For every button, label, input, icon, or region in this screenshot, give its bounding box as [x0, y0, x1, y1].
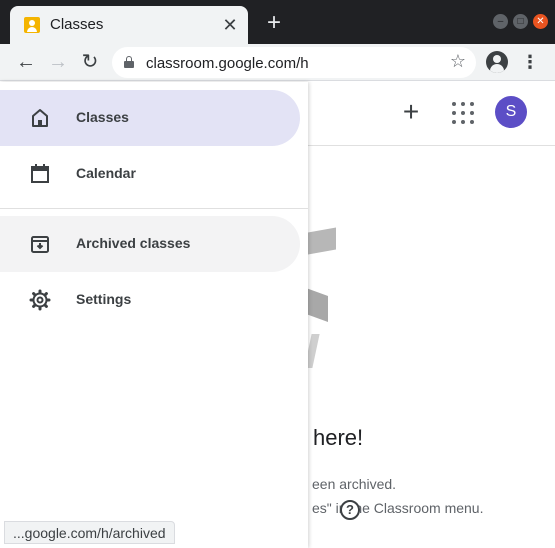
tab-title: Classes — [50, 16, 104, 33]
bookmark-star-icon[interactable]: ☆ — [450, 51, 466, 72]
browser-tab[interactable]: Classes ✕ — [10, 6, 248, 44]
forward-arrow-icon[interactable]: → — [46, 50, 70, 74]
gear-icon — [29, 289, 51, 311]
classroom-favicon-icon — [24, 17, 40, 33]
browser-tab-strip: Classes ✕ + – □ ✕ — [0, 0, 555, 44]
drawer-item-classes[interactable]: Classes — [0, 90, 300, 146]
empty-state-title: here! — [313, 425, 364, 450]
link-status-bar: ...google.com/h/archived — [4, 521, 175, 544]
browser-profile-icon[interactable] — [486, 51, 508, 73]
google-apps-icon[interactable] — [452, 102, 474, 124]
drawer-item-label: Settings — [76, 291, 132, 307]
archive-icon — [31, 236, 49, 253]
browser-toolbar: ← → ↻ classroom.google.com/h ☆ ⋮ — [0, 44, 555, 81]
calendar-icon — [31, 164, 49, 183]
address-bar-url[interactable]: classroom.google.com/h — [146, 55, 309, 72]
empty-state-text: een archived. — [312, 476, 397, 492]
drawer-divider — [0, 208, 308, 209]
lock-icon — [124, 56, 134, 68]
back-arrow-icon[interactable]: ← — [14, 50, 38, 74]
browser-menu-icon[interactable]: ⋮ — [520, 50, 540, 74]
window-minimize-button[interactable]: – — [493, 14, 508, 29]
window-maximize-button[interactable]: □ — [513, 14, 528, 29]
drawer-item-calendar[interactable]: Calendar — [0, 146, 300, 202]
drawer-item-label: Calendar — [76, 165, 136, 181]
drawer-item-archived-classes[interactable]: Archived classes — [0, 216, 300, 272]
reload-icon[interactable]: ↻ — [78, 50, 102, 74]
empty-state-text-2: es" in the Classroom menu. — [312, 500, 484, 516]
account-avatar[interactable]: S — [495, 96, 527, 128]
home-icon — [32, 109, 48, 127]
drawer-item-label: Archived classes — [76, 235, 191, 251]
drawer-item-settings[interactable]: Settings — [0, 272, 300, 328]
new-tab-button[interactable]: + — [262, 11, 286, 36]
help-icon[interactable]: ? — [340, 500, 360, 520]
navigation-drawer: Classes Calendar Archived classes Settin… — [0, 82, 308, 548]
add-class-button[interactable]: + — [398, 98, 424, 126]
window-close-button[interactable]: ✕ — [533, 14, 548, 29]
address-bar[interactable]: classroom.google.com/h ☆ — [112, 47, 476, 78]
tab-close-icon[interactable]: ✕ — [220, 15, 240, 35]
drawer-item-label: Classes — [76, 109, 129, 125]
